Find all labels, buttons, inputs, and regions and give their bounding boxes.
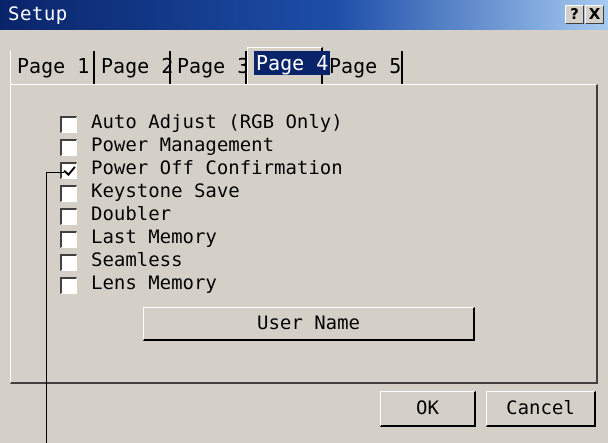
- close-button[interactable]: X: [585, 5, 604, 24]
- help-button[interactable]: ?: [565, 5, 584, 24]
- setup-dialog: Setup ? X Page 1 Page 2 Page 3 Page 4 Pa…: [0, 0, 608, 443]
- cancel-button[interactable]: Cancel: [486, 391, 596, 427]
- callout-line: [46, 172, 47, 443]
- seamless-checkbox[interactable]: [60, 254, 77, 271]
- option-label: Last Memory: [91, 226, 217, 248]
- option-label: Keystone Save: [91, 180, 240, 202]
- ok-button[interactable]: OK: [380, 391, 476, 427]
- power-management-checkbox[interactable]: [60, 139, 77, 156]
- tab-label: Page 1: [17, 54, 90, 78]
- title-bar[interactable]: Setup ? X: [0, 0, 608, 30]
- power-off-confirmation-checkbox[interactable]: [60, 162, 77, 179]
- tab-label: Page 4: [254, 51, 331, 75]
- keystone-save-checkbox[interactable]: [60, 185, 77, 202]
- option-label: Power Management: [91, 134, 275, 156]
- option-label: Doubler: [91, 203, 172, 225]
- tab-page-3[interactable]: Page 3: [171, 51, 250, 85]
- user-name-button[interactable]: User Name: [143, 307, 475, 341]
- tab-page-5[interactable]: Page 5: [323, 51, 403, 85]
- last-memory-checkbox[interactable]: [60, 231, 77, 248]
- tab-page-2[interactable]: Page 2: [95, 51, 174, 85]
- doubler-checkbox[interactable]: [60, 208, 77, 225]
- window-title: Setup: [8, 3, 68, 25]
- option-label: Lens Memory: [91, 272, 217, 294]
- auto-adjust-checkbox[interactable]: [60, 116, 77, 133]
- callout-line-horizontal: [46, 172, 64, 173]
- option-label: Auto Adjust (RGB Only): [91, 111, 343, 133]
- lens-memory-checkbox[interactable]: [60, 277, 77, 294]
- tab-label: Page 3: [177, 54, 250, 78]
- tab-label: Page 2: [101, 54, 174, 78]
- tab-page-4[interactable]: Page 4: [247, 47, 331, 85]
- tab-page-1[interactable]: Page 1: [10, 51, 95, 85]
- tab-label: Page 5: [329, 54, 402, 78]
- option-label: Power Off Confirmation: [91, 157, 343, 179]
- option-label: Seamless: [91, 249, 183, 271]
